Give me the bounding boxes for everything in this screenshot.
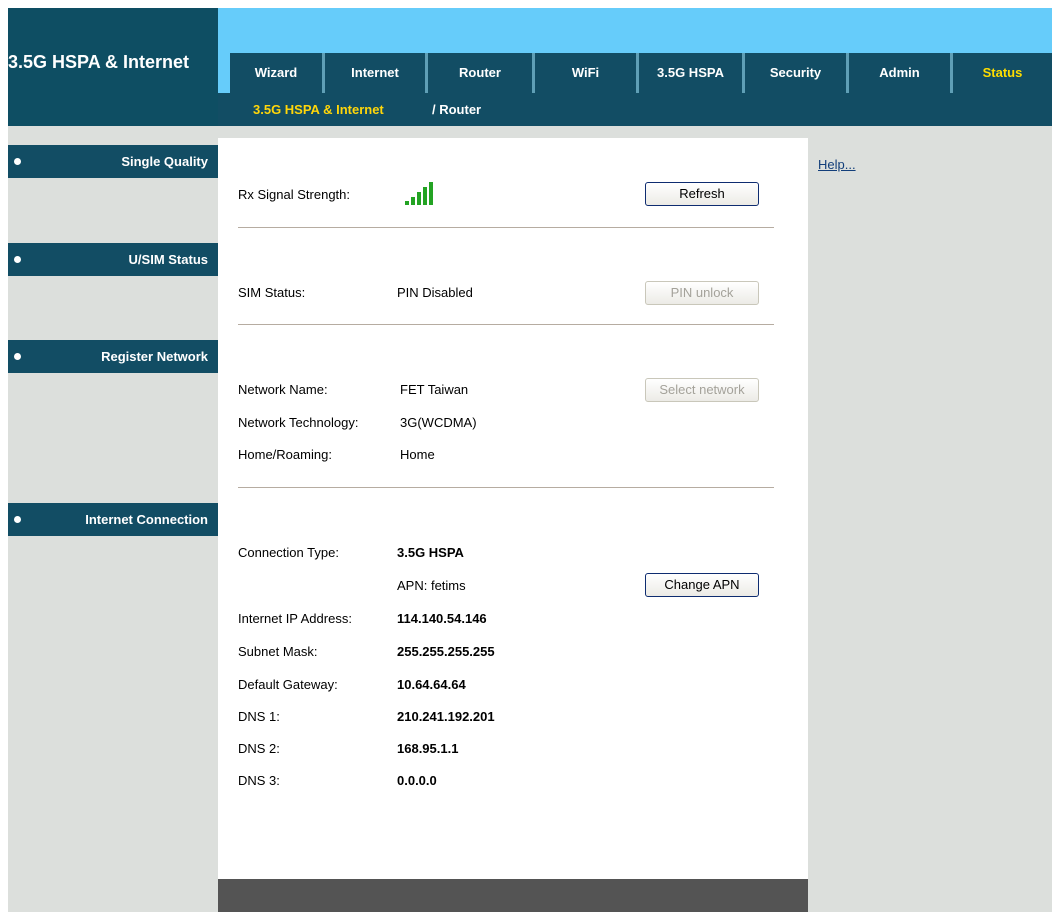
change-apn-button[interactable]: Change APN: [645, 573, 759, 597]
section-usim-status: U/SIM Status: [8, 243, 218, 276]
home-roaming-value: Home: [400, 447, 435, 462]
home-roaming-label: Home/Roaming:: [238, 447, 332, 462]
internet-ip-value: 114.140.54.146: [397, 611, 487, 626]
sim-status-value: PIN Disabled: [397, 285, 473, 300]
bullet-icon: [14, 256, 21, 263]
refresh-button[interactable]: Refresh: [645, 182, 759, 206]
divider: [238, 324, 774, 325]
bullet-icon: [14, 158, 21, 165]
bullet-icon: [14, 353, 21, 360]
dns3-label: DNS 3:: [238, 773, 280, 788]
dns1-label: DNS 1:: [238, 709, 280, 724]
section-internet-connection: Internet Connection: [8, 503, 218, 536]
select-network-button[interactable]: Select network: [645, 378, 759, 402]
tab-security[interactable]: Security: [745, 53, 849, 93]
internet-ip-label: Internet IP Address:: [238, 611, 352, 626]
help-panel: [808, 138, 1052, 912]
section-single-quality: Single Quality: [8, 145, 228, 178]
section-label: U/SIM Status: [128, 252, 208, 267]
default-gateway-value: 10.64.64.64: [397, 677, 466, 692]
tab-status[interactable]: Status: [953, 53, 1052, 93]
tab-wizard[interactable]: Wizard: [230, 53, 325, 93]
divider: [238, 227, 774, 228]
tab-admin[interactable]: Admin: [849, 53, 953, 93]
network-technology-label: Network Technology:: [238, 415, 359, 430]
sim-status-label: SIM Status:: [238, 285, 306, 300]
dns3-value: 0.0.0.0: [397, 773, 437, 788]
connection-type-label: Connection Type:: [238, 545, 339, 560]
divider: [238, 487, 774, 488]
main-content: [218, 126, 808, 912]
subnet-mask-label: Subnet Mask:: [238, 644, 318, 659]
tab-router[interactable]: Router: [428, 53, 535, 93]
subnet-mask-value: 255.255.255.255: [397, 644, 495, 659]
network-name-value: FET Taiwan: [400, 382, 469, 397]
connection-type-value: 3.5G HSPA: [397, 545, 464, 560]
brand-title: 3.5G HSPA & Internet: [8, 52, 190, 72]
section-label: Single Quality: [121, 154, 208, 169]
content-corner: [218, 138, 808, 158]
subnav-item-router[interactable]: / Router: [432, 102, 481, 117]
default-gateway-label: Default Gateway:: [238, 677, 338, 692]
dns1-value: 210.241.192.201: [397, 709, 495, 724]
help-link[interactable]: Help...: [818, 157, 856, 172]
tab-internet[interactable]: Internet: [325, 53, 428, 93]
network-name-label: Network Name:: [238, 382, 328, 397]
pin-unlock-button[interactable]: PIN unlock: [645, 281, 759, 305]
footer-bar: [218, 879, 808, 912]
dns2-label: DNS 2:: [238, 741, 280, 756]
dns2-value: 168.95.1.1: [397, 741, 459, 756]
section-label: Register Network: [101, 349, 208, 364]
network-technology-value: 3G(WCDMA): [400, 415, 477, 430]
subnav-item-hspa-internet[interactable]: 3.5G HSPA & Internet: [253, 102, 384, 117]
tab-3-5g-hspa[interactable]: 3.5G HSPA: [639, 53, 745, 93]
content-top-strip: [218, 126, 1052, 138]
signal-strength-icon: [405, 181, 441, 205]
bullet-icon: [14, 516, 21, 523]
section-label: Internet Connection: [85, 512, 208, 527]
section-register-network: Register Network: [8, 340, 218, 373]
rx-signal-label: Rx Signal Strength:: [238, 187, 351, 202]
apn-value: APN: fetims: [397, 578, 466, 593]
sub-navigation: 3.5G HSPA & Internet / Router: [218, 93, 1052, 126]
tab-wifi[interactable]: WiFi: [535, 53, 639, 93]
